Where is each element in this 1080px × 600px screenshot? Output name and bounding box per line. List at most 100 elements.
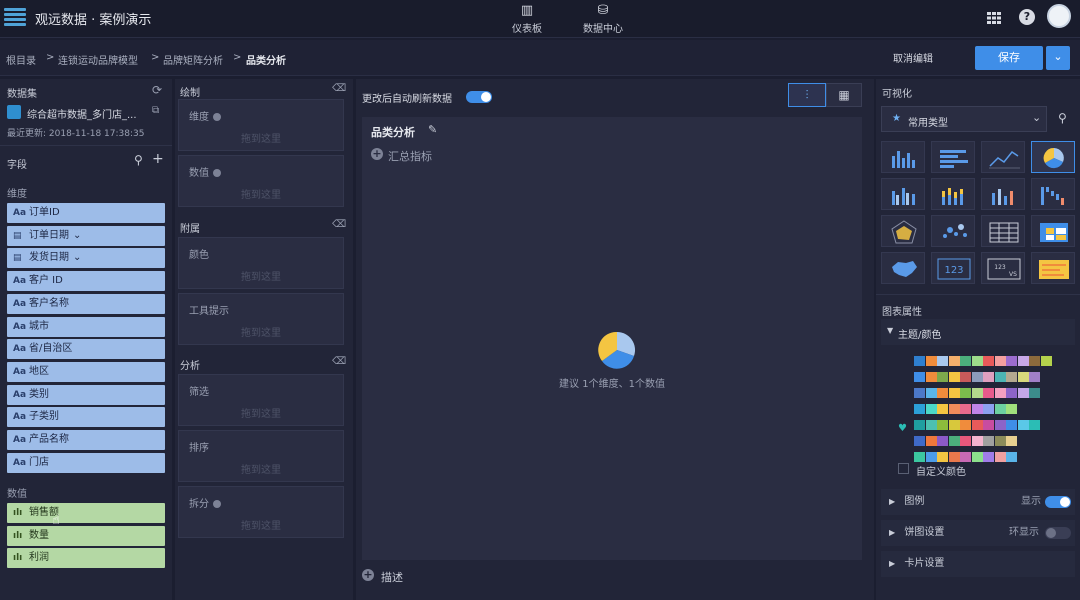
breadcrumb-root[interactable]: 根目录 [6, 52, 36, 67]
dimension-field[interactable]: Aa 类别 [7, 384, 165, 405]
add-description-icon[interactable]: + [362, 569, 374, 581]
search-icon[interactable]: ⚲ [134, 153, 143, 167]
chart-type-horizontal-bar[interactable] [931, 141, 975, 173]
value-dropzone[interactable]: 数值 拖到这里 [178, 155, 344, 207]
dimension-dropzone[interactable]: 维度 拖到这里 [178, 99, 344, 151]
palette-swatch[interactable] [994, 372, 1006, 382]
palette-swatch[interactable] [1040, 356, 1052, 366]
dimension-field[interactable]: Aa 地区 [7, 361, 165, 382]
chart-type-grouped-bar[interactable] [881, 178, 925, 210]
summary-metric-link[interactable]: 汇总指标 [388, 148, 432, 164]
eraser-icon[interactable]: ⌫ [332, 83, 346, 94]
palette-swatch[interactable] [914, 404, 925, 414]
add-summary-icon[interactable]: + [371, 148, 383, 160]
app-logo-icon[interactable] [4, 6, 26, 28]
dimension-field[interactable]: Aa 订单ID [7, 203, 165, 223]
legend-section[interactable]: ▶ 图例 显示 [881, 489, 1075, 515]
dimension-field[interactable]: ▤ 订单日期 ⌄ [7, 225, 165, 246]
dataset-detail-icon[interactable]: ⧉ [152, 105, 159, 116]
palette-swatch[interactable] [914, 372, 925, 382]
palette-swatch[interactable] [1029, 372, 1040, 382]
chevron-down-icon[interactable]: ⌄ [73, 252, 81, 263]
chart-type-radar[interactable] [881, 215, 925, 247]
apps-grid-icon[interactable] [986, 10, 1002, 26]
dimension-field[interactable]: ▤ 发货日期 ⌄ [7, 248, 165, 269]
chart-type-select[interactable]: ★ 常用类型 ⌄ [881, 106, 1047, 132]
chart-type-table[interactable] [981, 215, 1025, 247]
palette-swatch[interactable] [971, 436, 983, 446]
eraser-icon[interactable]: ⌫ [332, 356, 346, 367]
palette-swatch[interactable] [1006, 452, 1017, 462]
auto-refresh-toggle[interactable] [466, 91, 492, 103]
eraser-icon[interactable]: ⌫ [332, 219, 346, 230]
dimension-field[interactable]: Aa 省/自治区 [7, 339, 165, 360]
palette-swatch[interactable] [960, 404, 971, 414]
palette-swatch[interactable] [983, 372, 994, 382]
palette-swatch[interactable] [960, 372, 971, 382]
palette-swatch[interactable] [948, 452, 960, 462]
palette-swatch[interactable] [1017, 388, 1029, 398]
pie-settings-section[interactable]: ▶ 饼图设置 环显示 [881, 520, 1075, 546]
breadcrumb-dashboard[interactable]: 品牌矩阵分析 [163, 52, 223, 67]
palette-swatch[interactable] [937, 356, 948, 366]
palette-swatch[interactable] [937, 452, 948, 462]
measure-field[interactable]: ılı 利润 [7, 548, 165, 569]
chart-type-map[interactable] [881, 252, 925, 284]
palette-swatch[interactable] [1006, 436, 1017, 446]
nav-datacenter[interactable]: ⛁ 数据中心 [573, 3, 633, 35]
palette-swatch[interactable] [983, 356, 994, 366]
palette-swatch[interactable] [1006, 388, 1017, 398]
palette-swatch[interactable] [994, 404, 1006, 414]
palette-swatch[interactable] [925, 372, 937, 382]
measure-field[interactable]: ılı 销售额 [7, 503, 165, 523]
palette-swatch[interactable] [994, 420, 1006, 430]
palette-swatch[interactable] [914, 356, 925, 366]
palette-swatch[interactable] [1006, 372, 1017, 382]
palette-swatch[interactable] [994, 436, 1006, 446]
dimension-field[interactable]: Aa 产品名称 [7, 430, 165, 450]
palette-swatch[interactable] [1029, 356, 1040, 366]
palette-swatch[interactable] [925, 404, 937, 414]
palette-swatch[interactable] [983, 420, 994, 430]
edit-icon[interactable]: ✎ [428, 123, 437, 136]
description-link[interactable]: 描述 [381, 569, 403, 585]
table-view-icon[interactable]: ▦ [826, 83, 862, 107]
chart-type-bar[interactable] [881, 141, 925, 173]
palette-swatch[interactable] [1017, 420, 1029, 430]
palette-swatch[interactable] [994, 388, 1006, 398]
chart-type-pie[interactable] [1031, 141, 1075, 173]
chart-title[interactable]: 品类分析 [371, 124, 415, 140]
palette-swatch[interactable] [1006, 356, 1017, 366]
palette-swatch[interactable] [960, 388, 971, 398]
palette-swatch[interactable] [925, 452, 937, 462]
switch-dataset-icon[interactable]: ⟳ [152, 83, 162, 97]
color-dropzone[interactable]: 颜色 拖到这里 [178, 237, 344, 289]
palette-swatch[interactable] [948, 420, 960, 430]
add-field-icon[interactable]: + [152, 151, 164, 167]
palette-swatch[interactable] [983, 452, 994, 462]
breadcrumb-model[interactable]: 连锁运动品牌模型 [58, 52, 138, 67]
palette-swatch[interactable] [1017, 356, 1029, 366]
palette-swatch[interactable] [983, 436, 994, 446]
palette-swatch[interactable] [971, 356, 983, 366]
palette-swatch[interactable] [925, 356, 937, 366]
measure-field[interactable]: ılı 数量 [7, 525, 165, 546]
chart-type-combo[interactable] [981, 178, 1025, 210]
dimension-field[interactable]: Aa 客户 ID [7, 271, 165, 292]
dimension-field[interactable]: Aa 门店 [7, 452, 165, 473]
dataset-name[interactable]: 综合超市数据_多门店_... [27, 106, 137, 121]
palette-swatch[interactable] [937, 388, 948, 398]
palette-swatch[interactable] [971, 420, 983, 430]
dimension-field[interactable]: Aa 客户名称 [7, 293, 165, 314]
chart-type-stacked-bar[interactable] [931, 178, 975, 210]
chart-type-kpi[interactable]: 123 VS [981, 252, 1025, 284]
dimension-field[interactable]: Aa 子类别 [7, 407, 165, 428]
palette-swatch[interactable] [948, 356, 960, 366]
palette-swatch[interactable] [914, 452, 925, 462]
avatar[interactable] [1047, 4, 1071, 28]
palette-swatch[interactable] [937, 420, 948, 430]
palette-swatch[interactable] [960, 436, 971, 446]
palette-swatch[interactable] [971, 404, 983, 414]
palette-swatch[interactable] [914, 388, 925, 398]
dimension-field[interactable]: Aa 城市 [7, 316, 165, 337]
